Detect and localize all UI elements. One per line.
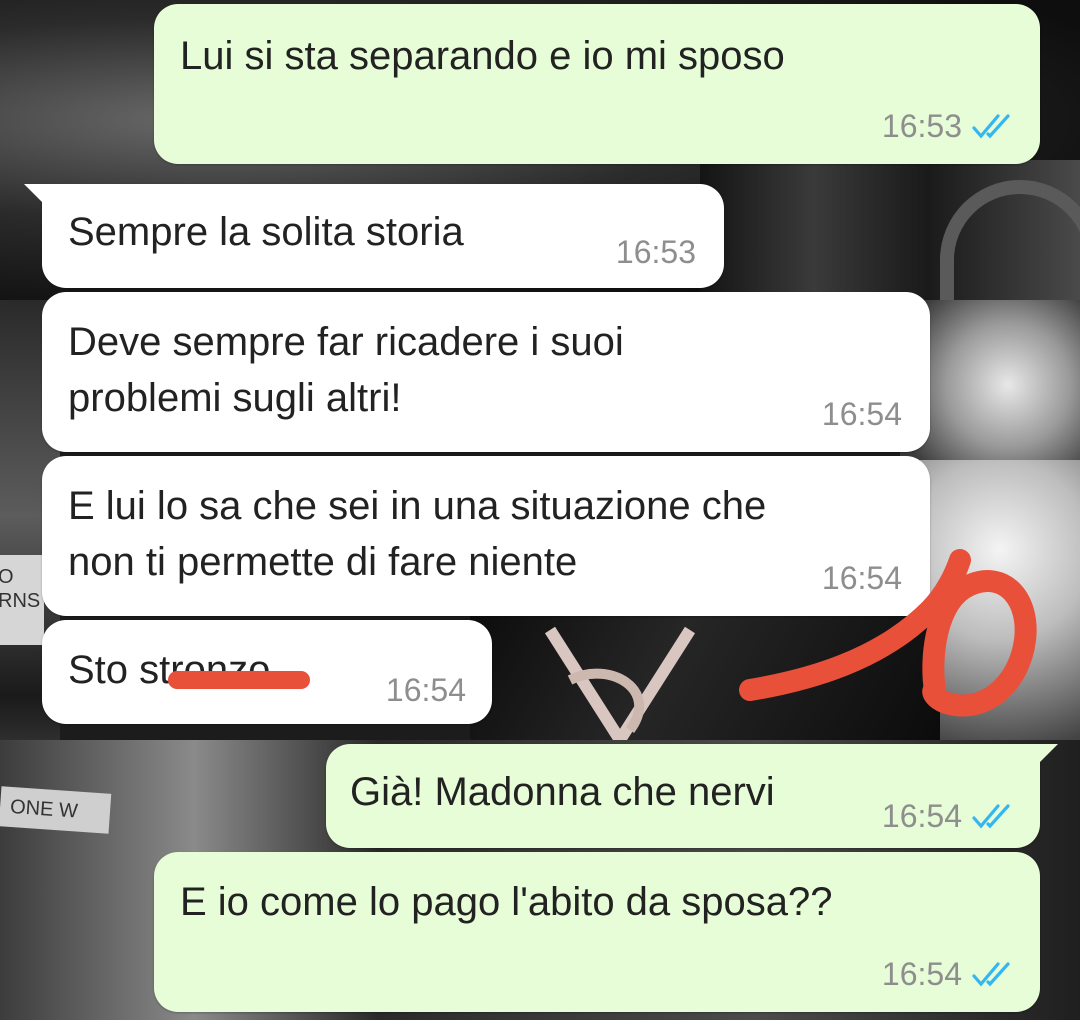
message-text: Sempre la solita storia xyxy=(68,210,464,254)
message-text: Lui si sta separando e io mi sposo xyxy=(180,34,785,78)
wallpaper-street-sign: ONE W xyxy=(0,786,112,834)
message-meta: 16:54 xyxy=(386,672,466,708)
handwritten-number-annotation: 10 xyxy=(730,540,1037,717)
message-meta: 16:54 xyxy=(882,798,1016,834)
message-text: Deve sempre far ricadere i suoi problemi… xyxy=(68,320,624,420)
handwritten-number-text: 10 xyxy=(730,540,732,541)
message-bubble-incoming[interactable]: Sempre la solita storia 16:53 xyxy=(24,184,724,288)
message-meta: 16:53 xyxy=(882,108,1016,144)
message-text: E io come lo pago l'abito da sposa?? xyxy=(180,880,833,924)
message-bubble-outgoing[interactable]: Lui si sta separando e io mi sposo 16:53 xyxy=(154,4,1040,164)
wallpaper-street-sign: O RNS xyxy=(0,555,44,645)
double-check-icon xyxy=(972,114,1010,139)
message-meta: 16:54 xyxy=(822,396,902,432)
wallpaper-logo-graphic xyxy=(544,626,696,750)
message-time: 16:53 xyxy=(881,108,962,144)
message-meta: 16:53 xyxy=(616,234,696,270)
message-time: 16:54 xyxy=(385,672,466,708)
message-bubble-outgoing[interactable]: Già! Madonna che nervi 16:54 xyxy=(326,744,1058,848)
message-bubble-incoming[interactable]: Deve sempre far ricadere i suoi problemi… xyxy=(42,292,930,452)
message-bubble-outgoing[interactable]: E io come lo pago l'abito da sposa?? 16:… xyxy=(154,852,1040,1012)
message-meta: 16:54 xyxy=(882,956,1016,992)
double-check-icon xyxy=(972,962,1010,987)
bubble-tail xyxy=(24,184,46,206)
bubble-tail xyxy=(1036,744,1058,766)
message-text: Sto stronzo xyxy=(68,648,271,692)
censor-scribble xyxy=(168,671,310,689)
message-time: 16:54 xyxy=(881,956,962,992)
message-text: E lui lo sa che sei in una situazione ch… xyxy=(68,484,767,584)
message-text: Già! Madonna che nervi xyxy=(350,770,775,814)
message-time: 16:53 xyxy=(615,234,696,270)
double-check-icon xyxy=(972,804,1010,829)
message-time: 16:54 xyxy=(821,396,902,432)
message-time: 16:54 xyxy=(881,798,962,834)
